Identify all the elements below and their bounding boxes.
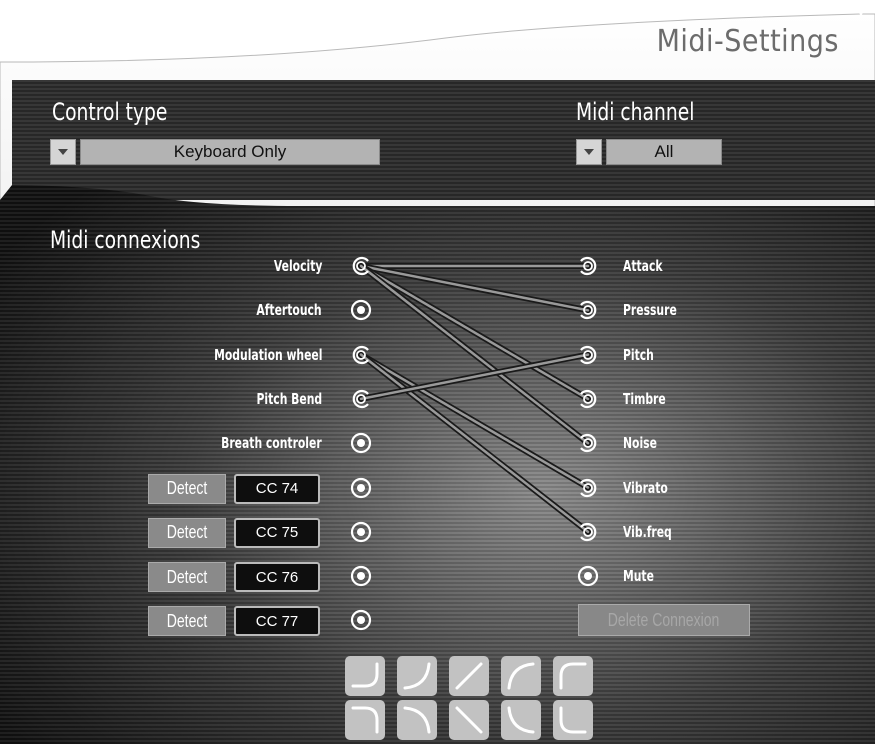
output-port-noise[interactable] bbox=[577, 432, 599, 454]
midi-settings-window: Midi-Settings x Control type Keyboard On… bbox=[0, 0, 875, 744]
window-title: Midi-Settings bbox=[656, 24, 839, 59]
concave-fall-icon[interactable] bbox=[397, 700, 437, 740]
input-port-breath-controler[interactable] bbox=[350, 432, 372, 454]
control-type-dropdown[interactable]: Keyboard Only bbox=[50, 139, 380, 165]
control-type-value[interactable]: Keyboard Only bbox=[80, 139, 380, 165]
input-label-modulation-wheel: Modulation wheel bbox=[213, 345, 322, 364]
input-port-modulation-wheel[interactable] bbox=[350, 344, 372, 366]
output-port-pitch[interactable] bbox=[577, 344, 599, 366]
cc-number-field[interactable]: CC 75 bbox=[234, 517, 320, 548]
concave-rise-icon[interactable] bbox=[397, 656, 437, 696]
input-port-cc-77[interactable] bbox=[350, 609, 372, 631]
input-label-aftertouch: Aftertouch bbox=[256, 301, 322, 320]
midi-channel-dropdown[interactable]: All bbox=[576, 139, 722, 165]
detect-label: Detect bbox=[166, 610, 208, 631]
output-port-mute[interactable] bbox=[577, 565, 599, 587]
midi-channel-label: Midi channel bbox=[576, 98, 695, 126]
detect-label: Detect bbox=[166, 478, 208, 498]
chevron-down-icon[interactable] bbox=[576, 139, 602, 165]
input-port-pitch-bend[interactable] bbox=[350, 388, 372, 410]
input-port-cc-75[interactable] bbox=[350, 521, 372, 543]
cc-number-field[interactable]: CC 77 bbox=[234, 606, 320, 637]
detect-label: Detect bbox=[166, 566, 208, 587]
midi-channel-value[interactable]: All bbox=[606, 139, 722, 165]
delete-connexion-button[interactable]: Delete Connexion bbox=[578, 604, 750, 636]
output-port-pressure[interactable] bbox=[577, 299, 599, 321]
convex-fall-icon[interactable] bbox=[345, 700, 385, 740]
input-port-aftertouch[interactable] bbox=[350, 299, 372, 321]
log-rise-icon[interactable] bbox=[501, 656, 541, 696]
close-icon[interactable]: x bbox=[853, 6, 869, 22]
output-port-vibrato[interactable] bbox=[577, 477, 599, 499]
input-label-pitch-bend: Pitch Bend bbox=[256, 389, 322, 408]
output-label-noise: Noise bbox=[623, 434, 657, 453]
output-label-vibrato: Vibrato bbox=[623, 478, 668, 497]
detect-button[interactable]: Detect bbox=[148, 473, 226, 504]
corner-rise-icon[interactable] bbox=[553, 656, 593, 696]
input-port-cc-76[interactable] bbox=[350, 565, 372, 587]
linear-rise-icon[interactable] bbox=[449, 656, 489, 696]
output-port-vib-freq[interactable] bbox=[577, 521, 599, 543]
detect-label: Detect bbox=[166, 522, 208, 543]
linear-fall-icon[interactable] bbox=[449, 700, 489, 740]
output-label-mute: Mute bbox=[623, 567, 654, 586]
input-port-velocity[interactable] bbox=[350, 255, 372, 277]
output-port-attack[interactable] bbox=[577, 255, 599, 277]
cc-number-field[interactable]: CC 76 bbox=[234, 562, 320, 593]
convex-rise-icon[interactable] bbox=[345, 656, 385, 696]
cc-number-field[interactable]: CC 74 bbox=[234, 473, 320, 504]
output-label-pitch: Pitch bbox=[623, 345, 654, 364]
control-type-label: Control type bbox=[52, 98, 168, 126]
input-label-breath-controler: Breath controler bbox=[221, 434, 322, 453]
input-port-cc-74[interactable] bbox=[350, 477, 372, 499]
detect-button[interactable]: Detect bbox=[148, 562, 226, 593]
output-label-attack: Attack bbox=[623, 257, 663, 275]
log-fall-icon[interactable] bbox=[501, 700, 541, 740]
chevron-down-icon[interactable] bbox=[50, 139, 76, 165]
corner-fall-icon[interactable] bbox=[553, 700, 593, 740]
output-port-timbre[interactable] bbox=[577, 388, 599, 410]
detect-button[interactable]: Detect bbox=[148, 606, 226, 637]
input-label-velocity: Velocity bbox=[273, 257, 322, 275]
delete-connexion-label: Delete Connexion bbox=[608, 609, 720, 630]
output-label-vib-freq: Vib.freq bbox=[623, 522, 672, 541]
connexions-label: Midi connexions bbox=[50, 226, 201, 254]
output-label-pressure: Pressure bbox=[623, 301, 677, 320]
output-label-timbre: Timbre bbox=[623, 389, 666, 408]
detect-button[interactable]: Detect bbox=[148, 517, 226, 548]
